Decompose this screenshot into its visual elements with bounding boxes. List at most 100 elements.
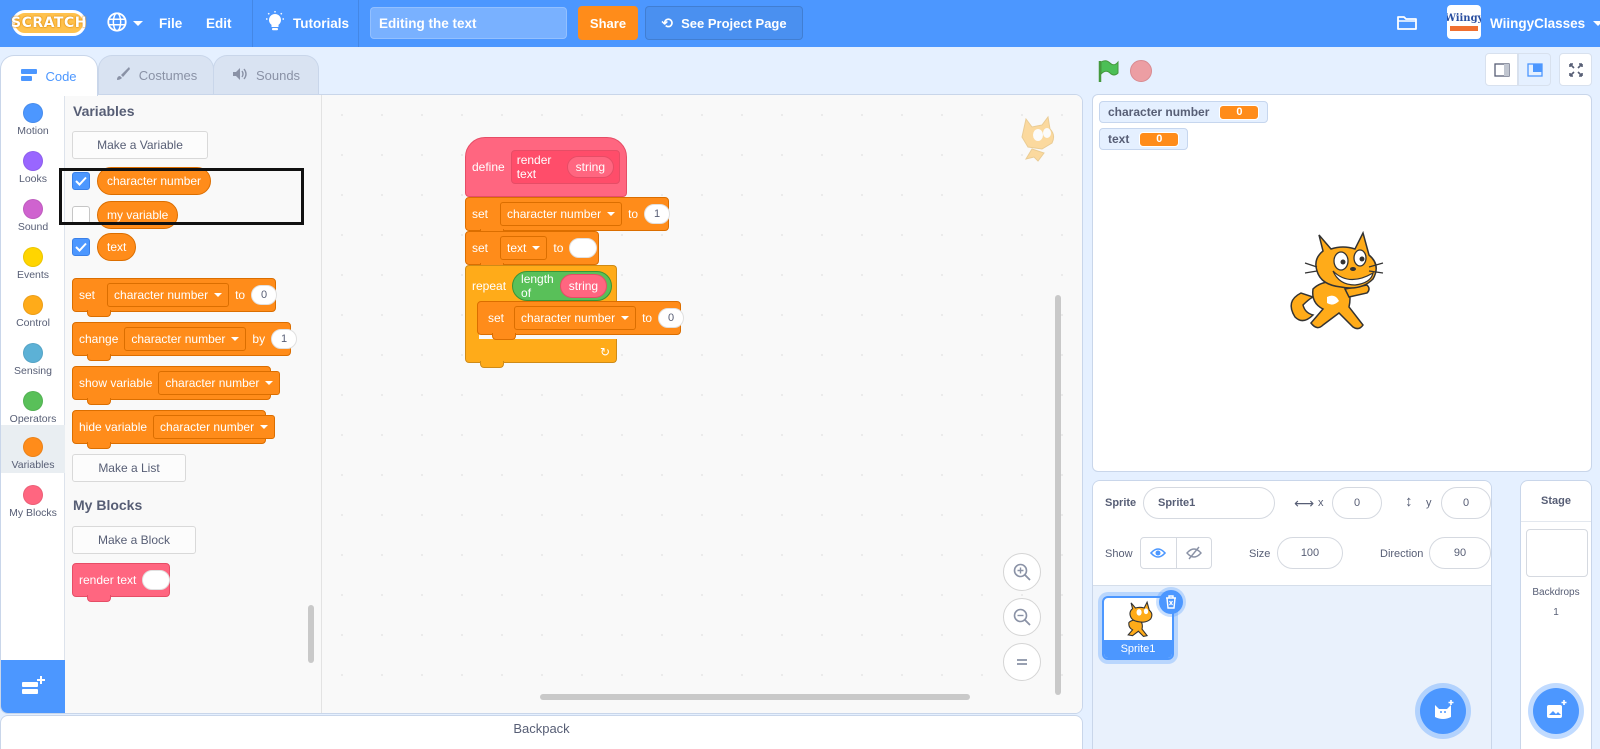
value-input[interactable]: 0: [658, 308, 685, 328]
x-input[interactable]: 0: [1332, 487, 1382, 519]
tab-sounds[interactable]: Sounds: [213, 55, 319, 95]
share-button[interactable]: Share: [578, 6, 638, 40]
category-looks[interactable]: Looks: [1, 147, 65, 195]
cat-sprite[interactable]: [1283, 227, 1393, 342]
menu-bar: SCRATCH File Edit Tutorials Editing the …: [0, 0, 1600, 47]
length-of-reporter[interactable]: length of string: [512, 270, 613, 301]
repeat-footer: ↻: [465, 339, 617, 368]
backpack[interactable]: Backpack: [0, 715, 1083, 749]
project-title-input[interactable]: Editing the text: [370, 7, 567, 39]
value-input[interactable]: 0: [251, 285, 278, 305]
delete-sprite-button[interactable]: [1159, 590, 1183, 614]
define-block[interactable]: define render text string: [465, 137, 627, 197]
folder-icon: [1396, 16, 1418, 35]
account-menu[interactable]: WiingyClasses: [1490, 0, 1600, 47]
small-stage-button[interactable]: [1485, 53, 1518, 86]
my-stuff-button[interactable]: [1396, 13, 1418, 36]
looks-dot-icon: [23, 151, 43, 171]
backpack-label: Backpack: [513, 721, 570, 736]
lightbulb-icon: [265, 11, 285, 36]
y-input[interactable]: 0: [1441, 487, 1491, 519]
variable-dropdown[interactable]: character number: [153, 415, 276, 439]
make-block-button[interactable]: Make a Block: [72, 526, 196, 554]
set-variable-block[interactable]: set character number to 0: [477, 301, 685, 340]
language-menu[interactable]: [106, 0, 143, 47]
sprite-info: Sprite Sprite1 ⟷ x 0 ↕ y 0 Show Size 100…: [1093, 481, 1491, 586]
variable-dropdown[interactable]: character number: [124, 327, 247, 351]
category-label: Motion: [17, 125, 49, 137]
stop-button[interactable]: [1130, 60, 1152, 82]
value-input[interactable]: 1: [271, 329, 298, 349]
green-flag-button[interactable]: [1097, 59, 1121, 88]
edit-menu[interactable]: Edit: [206, 0, 232, 47]
value-input[interactable]: 1: [644, 204, 671, 224]
sprite-name-input[interactable]: Sprite1: [1143, 487, 1275, 519]
category-variables[interactable]: Variables: [1, 425, 65, 473]
block-keyword: set: [79, 288, 96, 302]
stage-canvas[interactable]: character number 0 text 0: [1092, 94, 1592, 472]
zoom-reset-button[interactable]: [1003, 643, 1041, 681]
set-variable-block[interactable]: set character number to 0: [72, 278, 278, 317]
change-variable-block[interactable]: change character number by 1: [72, 322, 298, 361]
see-project-page-button[interactable]: ⟲ See Project Page: [645, 6, 803, 40]
string-parameter[interactable]: string: [566, 156, 614, 178]
file-menu[interactable]: File: [159, 0, 182, 47]
variable-monitor[interactable]: character number 0: [1099, 101, 1269, 123]
variable-dropdown[interactable]: character number: [500, 202, 623, 226]
string-parameter[interactable]: string: [559, 273, 608, 298]
category-events[interactable]: Events: [1, 243, 65, 291]
variable-dropdown[interactable]: character number: [514, 306, 637, 330]
avatar[interactable]: Wiingy: [1447, 5, 1481, 39]
category-label: Looks: [18, 173, 48, 185]
zoom-out-button[interactable]: [1003, 598, 1041, 636]
set-variable-block[interactable]: set text to: [465, 231, 599, 270]
tutorials-button[interactable]: Tutorials: [265, 0, 349, 47]
choose-backdrop-button[interactable]: [1533, 688, 1579, 734]
show-variable-block[interactable]: show variable character number: [72, 366, 281, 405]
large-stage-button[interactable]: [1518, 53, 1551, 86]
category-my-blocks[interactable]: My Blocks: [1, 481, 65, 529]
stage-selector[interactable]: Stage Backdrops 1: [1520, 480, 1592, 749]
value-input[interactable]: [569, 238, 598, 258]
variable-dropdown[interactable]: character number: [107, 283, 230, 307]
tab-costumes[interactable]: Costumes: [98, 55, 214, 95]
show-hidden-button[interactable]: [1177, 538, 1212, 568]
set-variable-block[interactable]: set character number to 1: [465, 197, 671, 236]
category-sound[interactable]: Sound: [1, 195, 65, 243]
script-area[interactable]: define render text string set character …: [322, 95, 1082, 713]
block-keyword: define: [472, 160, 505, 174]
add-backdrop-icon: [1547, 700, 1567, 718]
category-sensing[interactable]: Sensing: [1, 339, 65, 387]
make-list-button[interactable]: Make a List: [72, 454, 186, 482]
variable-monitor[interactable]: text 0: [1099, 128, 1189, 150]
block-keyword: show variable: [79, 376, 153, 390]
dropdown-value: text: [507, 241, 527, 255]
make-variable-button[interactable]: Make a Variable: [72, 131, 208, 159]
category-control[interactable]: Control: [1, 291, 65, 339]
control-dot-icon: [23, 295, 43, 315]
stage-thumbnail[interactable]: [1526, 529, 1588, 577]
render-text-block[interactable]: render text: [72, 563, 171, 602]
horizontal-scrollbar[interactable]: [540, 694, 970, 700]
fullscreen-button[interactable]: [1559, 53, 1592, 86]
tab-code[interactable]: Code: [0, 55, 98, 96]
add-extension-button[interactable]: [1, 660, 65, 713]
visibility-toggle: [1140, 537, 1212, 569]
direction-input[interactable]: 90: [1429, 537, 1491, 569]
hide-variable-block[interactable]: hide variable character number: [72, 410, 276, 449]
variable-reporter[interactable]: text: [97, 233, 137, 261]
zoom-in-button[interactable]: [1003, 553, 1041, 591]
variable-checkbox[interactable]: [72, 238, 90, 256]
variable-dropdown[interactable]: text: [500, 236, 548, 260]
size-input[interactable]: 100: [1277, 537, 1343, 569]
vertical-scrollbar[interactable]: [1055, 295, 1061, 695]
show-visible-button[interactable]: [1141, 538, 1177, 568]
scratch-logo[interactable]: SCRATCH: [11, 10, 86, 36]
custom-block-prototype[interactable]: render text string: [510, 150, 620, 184]
category-label: Sensing: [14, 365, 52, 377]
variable-dropdown[interactable]: character number: [158, 371, 281, 395]
category-motion[interactable]: Motion: [1, 99, 65, 147]
string-input[interactable]: [142, 570, 171, 590]
flyout-scrollbar[interactable]: [308, 605, 314, 663]
choose-sprite-button[interactable]: [1420, 688, 1466, 734]
